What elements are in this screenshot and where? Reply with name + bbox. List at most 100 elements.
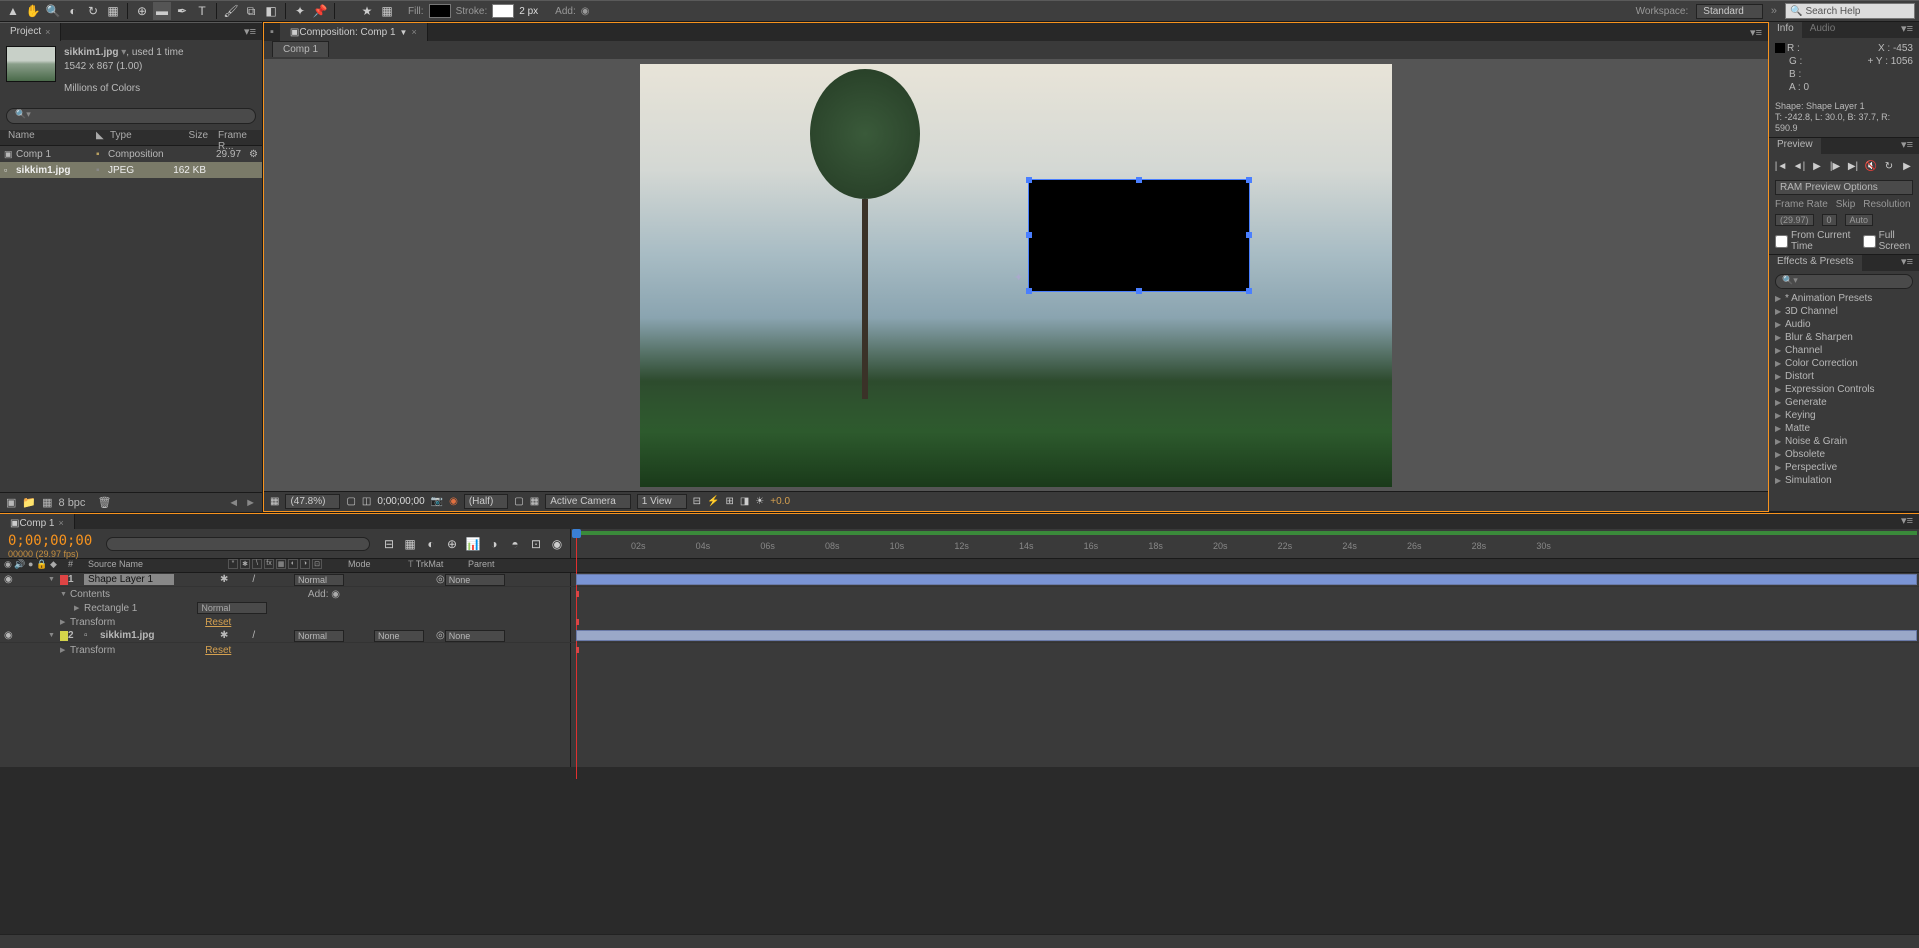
canvas[interactable]: ✦ — [640, 64, 1392, 487]
effect-category[interactable]: ▶Distort — [1769, 370, 1919, 383]
anchor-point-icon[interactable]: ✦ — [1014, 271, 1023, 284]
graph-icon[interactable]: 📊 — [464, 535, 482, 553]
auto-keyframe-icon[interactable]: ◓ — [506, 535, 524, 553]
loop-icon[interactable]: ↻ — [1882, 159, 1896, 173]
brainstorm-icon[interactable]: ⊕ — [443, 535, 461, 553]
camera-dropdown[interactable]: Active Camera — [545, 494, 631, 509]
resolution-dropdown[interactable]: (Half) — [464, 494, 508, 509]
rect-mode-dropdown[interactable]: Normal — [197, 602, 267, 614]
effect-category[interactable]: ▶Channel — [1769, 344, 1919, 357]
switch-column-icon[interactable]: ⊡ — [527, 535, 545, 553]
frame-blend-icon[interactable]: ▦ — [401, 535, 419, 553]
shy-icon[interactable]: ◑ — [485, 535, 503, 553]
effect-category[interactable]: ▶* Animation Presets — [1769, 292, 1919, 305]
effects-tab[interactable]: Effects & Presets — [1769, 255, 1862, 271]
effect-category[interactable]: ▶Obsolete — [1769, 448, 1919, 461]
hand-tool-icon[interactable]: ✋ — [24, 2, 42, 20]
puppet-tool-icon[interactable]: 📌 — [311, 2, 329, 20]
skip-dropdown[interactable]: 0 — [1822, 214, 1837, 226]
project-search-input[interactable]: 🔍▾ — [6, 108, 256, 124]
roi-icon[interactable]: ▢ — [514, 496, 523, 507]
workspace-dropdown[interactable]: Standard — [1696, 4, 1763, 19]
zoom-tool-icon[interactable]: 🔍 — [44, 2, 62, 20]
reset-link[interactable]: Reset — [205, 617, 231, 628]
text-tool-icon[interactable]: T — [193, 2, 211, 20]
prev-frame-icon[interactable]: ◄| — [1792, 159, 1806, 173]
label-color[interactable] — [60, 575, 68, 585]
mute-icon[interactable]: 🔇 — [1864, 159, 1878, 173]
search-help-input[interactable]: 🔍 Search Help — [1785, 3, 1915, 19]
snapshot-icon[interactable]: 📷 — [431, 496, 443, 507]
play-icon[interactable]: ▶ — [1810, 159, 1824, 173]
composition-viewer[interactable]: ✦ — [264, 59, 1768, 491]
ram-preview-icon[interactable]: ▶ — [1900, 159, 1914, 173]
lock-icon[interactable]: ▪ — [264, 26, 280, 38]
fast-preview-icon[interactable]: ⚡ — [707, 496, 719, 507]
parent-pick-icon[interactable]: ◎ — [436, 630, 445, 641]
trkmat-dropdown[interactable]: None — [374, 630, 424, 642]
pen-tool-icon[interactable]: ✒ — [173, 2, 191, 20]
effect-category[interactable]: ▶Matte — [1769, 422, 1919, 435]
chevron-icon[interactable]: » — [1771, 5, 1777, 17]
effect-category[interactable]: ▶Perspective — [1769, 461, 1919, 474]
alpha-icon[interactable]: ▦ — [270, 496, 279, 507]
channel-icon[interactable]: ◉ — [449, 496, 458, 507]
comp-subtab[interactable]: Comp 1 — [272, 41, 329, 57]
twirl-icon[interactable]: ▼ — [60, 591, 70, 598]
star-icon[interactable]: ★ — [358, 2, 376, 20]
flowchart-icon[interactable]: ◨ — [740, 496, 749, 507]
ram-options-dropdown[interactable]: RAM Preview Options — [1775, 180, 1913, 195]
pixel-aspect-icon[interactable]: ⊟ — [693, 496, 701, 507]
setting-icon[interactable]: ◉ — [548, 535, 566, 553]
project-row-image[interactable]: ▫ sikkim1.jpg ▪ JPEG 162 KB — [0, 162, 262, 178]
visibility-icon[interactable]: ◉ — [4, 574, 13, 585]
twirl-icon[interactable]: ▶ — [60, 618, 70, 626]
reset-exposure-icon[interactable]: ☀ — [755, 496, 764, 507]
effect-category[interactable]: ▶Keying — [1769, 409, 1919, 422]
label-icon[interactable]: ◆ — [50, 559, 57, 569]
time-display[interactable]: 0;00;00;00 — [377, 496, 424, 507]
timeline-icon[interactable]: ⊞ — [725, 496, 733, 507]
panel-menu-icon[interactable]: ▾≡ — [1895, 22, 1919, 38]
parent-dropdown[interactable]: None — [445, 630, 505, 642]
timecode-display[interactable]: 0;00;00;00 00000 (29.97 fps) — [0, 529, 100, 558]
layer-duration-bar[interactable] — [576, 574, 1917, 585]
panel-menu-icon[interactable]: ▾≡ — [1744, 26, 1768, 39]
zoom-dropdown[interactable]: (47.8%) — [285, 494, 340, 509]
eraser-tool-icon[interactable]: ◧ — [262, 2, 280, 20]
rect-tool-icon[interactable]: ▬ — [153, 2, 171, 20]
twirl-icon[interactable]: ▼ — [48, 632, 60, 639]
effect-category[interactable]: ▶Audio — [1769, 318, 1919, 331]
camera-tool-icon[interactable]: ▦ — [104, 2, 122, 20]
timeline-search-input[interactable] — [106, 537, 370, 551]
bpc-toggle[interactable]: 8 bpc — [59, 497, 86, 509]
twirl-icon[interactable]: ▼ — [48, 576, 60, 583]
folder-new-icon[interactable]: 📁 — [22, 496, 36, 509]
safe-icon[interactable]: ▢ — [346, 496, 355, 507]
audio-tab[interactable]: Audio — [1802, 22, 1844, 38]
project-tab[interactable]: Project× — [0, 23, 61, 41]
composition-tab[interactable]: ▣ Composition: Comp 1 ▼× — [280, 23, 428, 41]
settings-icon[interactable]: ⚙ — [249, 149, 262, 160]
preview-tab[interactable]: Preview — [1769, 138, 1821, 154]
res-dropdown[interactable]: Auto — [1845, 214, 1874, 226]
anchor-tool-icon[interactable]: ⊕ — [133, 2, 151, 20]
effect-category[interactable]: ▶Color Correction — [1769, 357, 1919, 370]
stroke-width[interactable]: 2 px — [519, 6, 538, 17]
orbit-tool-icon[interactable]: ◐ — [64, 2, 82, 20]
view-dropdown[interactable]: 1 View — [637, 494, 687, 509]
clone-tool-icon[interactable]: ⧉ — [242, 2, 260, 20]
shape-layer-rect[interactable] — [1028, 179, 1250, 292]
effect-category[interactable]: ▶Generate — [1769, 396, 1919, 409]
effect-category[interactable]: ▶3D Channel — [1769, 305, 1919, 318]
blend-mode-dropdown[interactable]: Normal — [294, 630, 344, 642]
parent-pick-icon[interactable]: ◎ — [436, 574, 445, 585]
grid-icon[interactable]: ▦ — [378, 2, 396, 20]
close-icon[interactable]: × — [45, 27, 50, 37]
twirl-icon[interactable]: ▶ — [74, 604, 84, 612]
from-current-checkbox[interactable] — [1775, 235, 1788, 248]
project-row-comp[interactable]: ▣ Comp 1 ▪ Composition 29.97 ⚙ — [0, 146, 262, 162]
exposure-value[interactable]: +0.0 — [770, 496, 790, 507]
comp-new-icon[interactable]: ▦ — [42, 496, 52, 509]
blend-mode-dropdown[interactable]: Normal — [294, 574, 344, 586]
